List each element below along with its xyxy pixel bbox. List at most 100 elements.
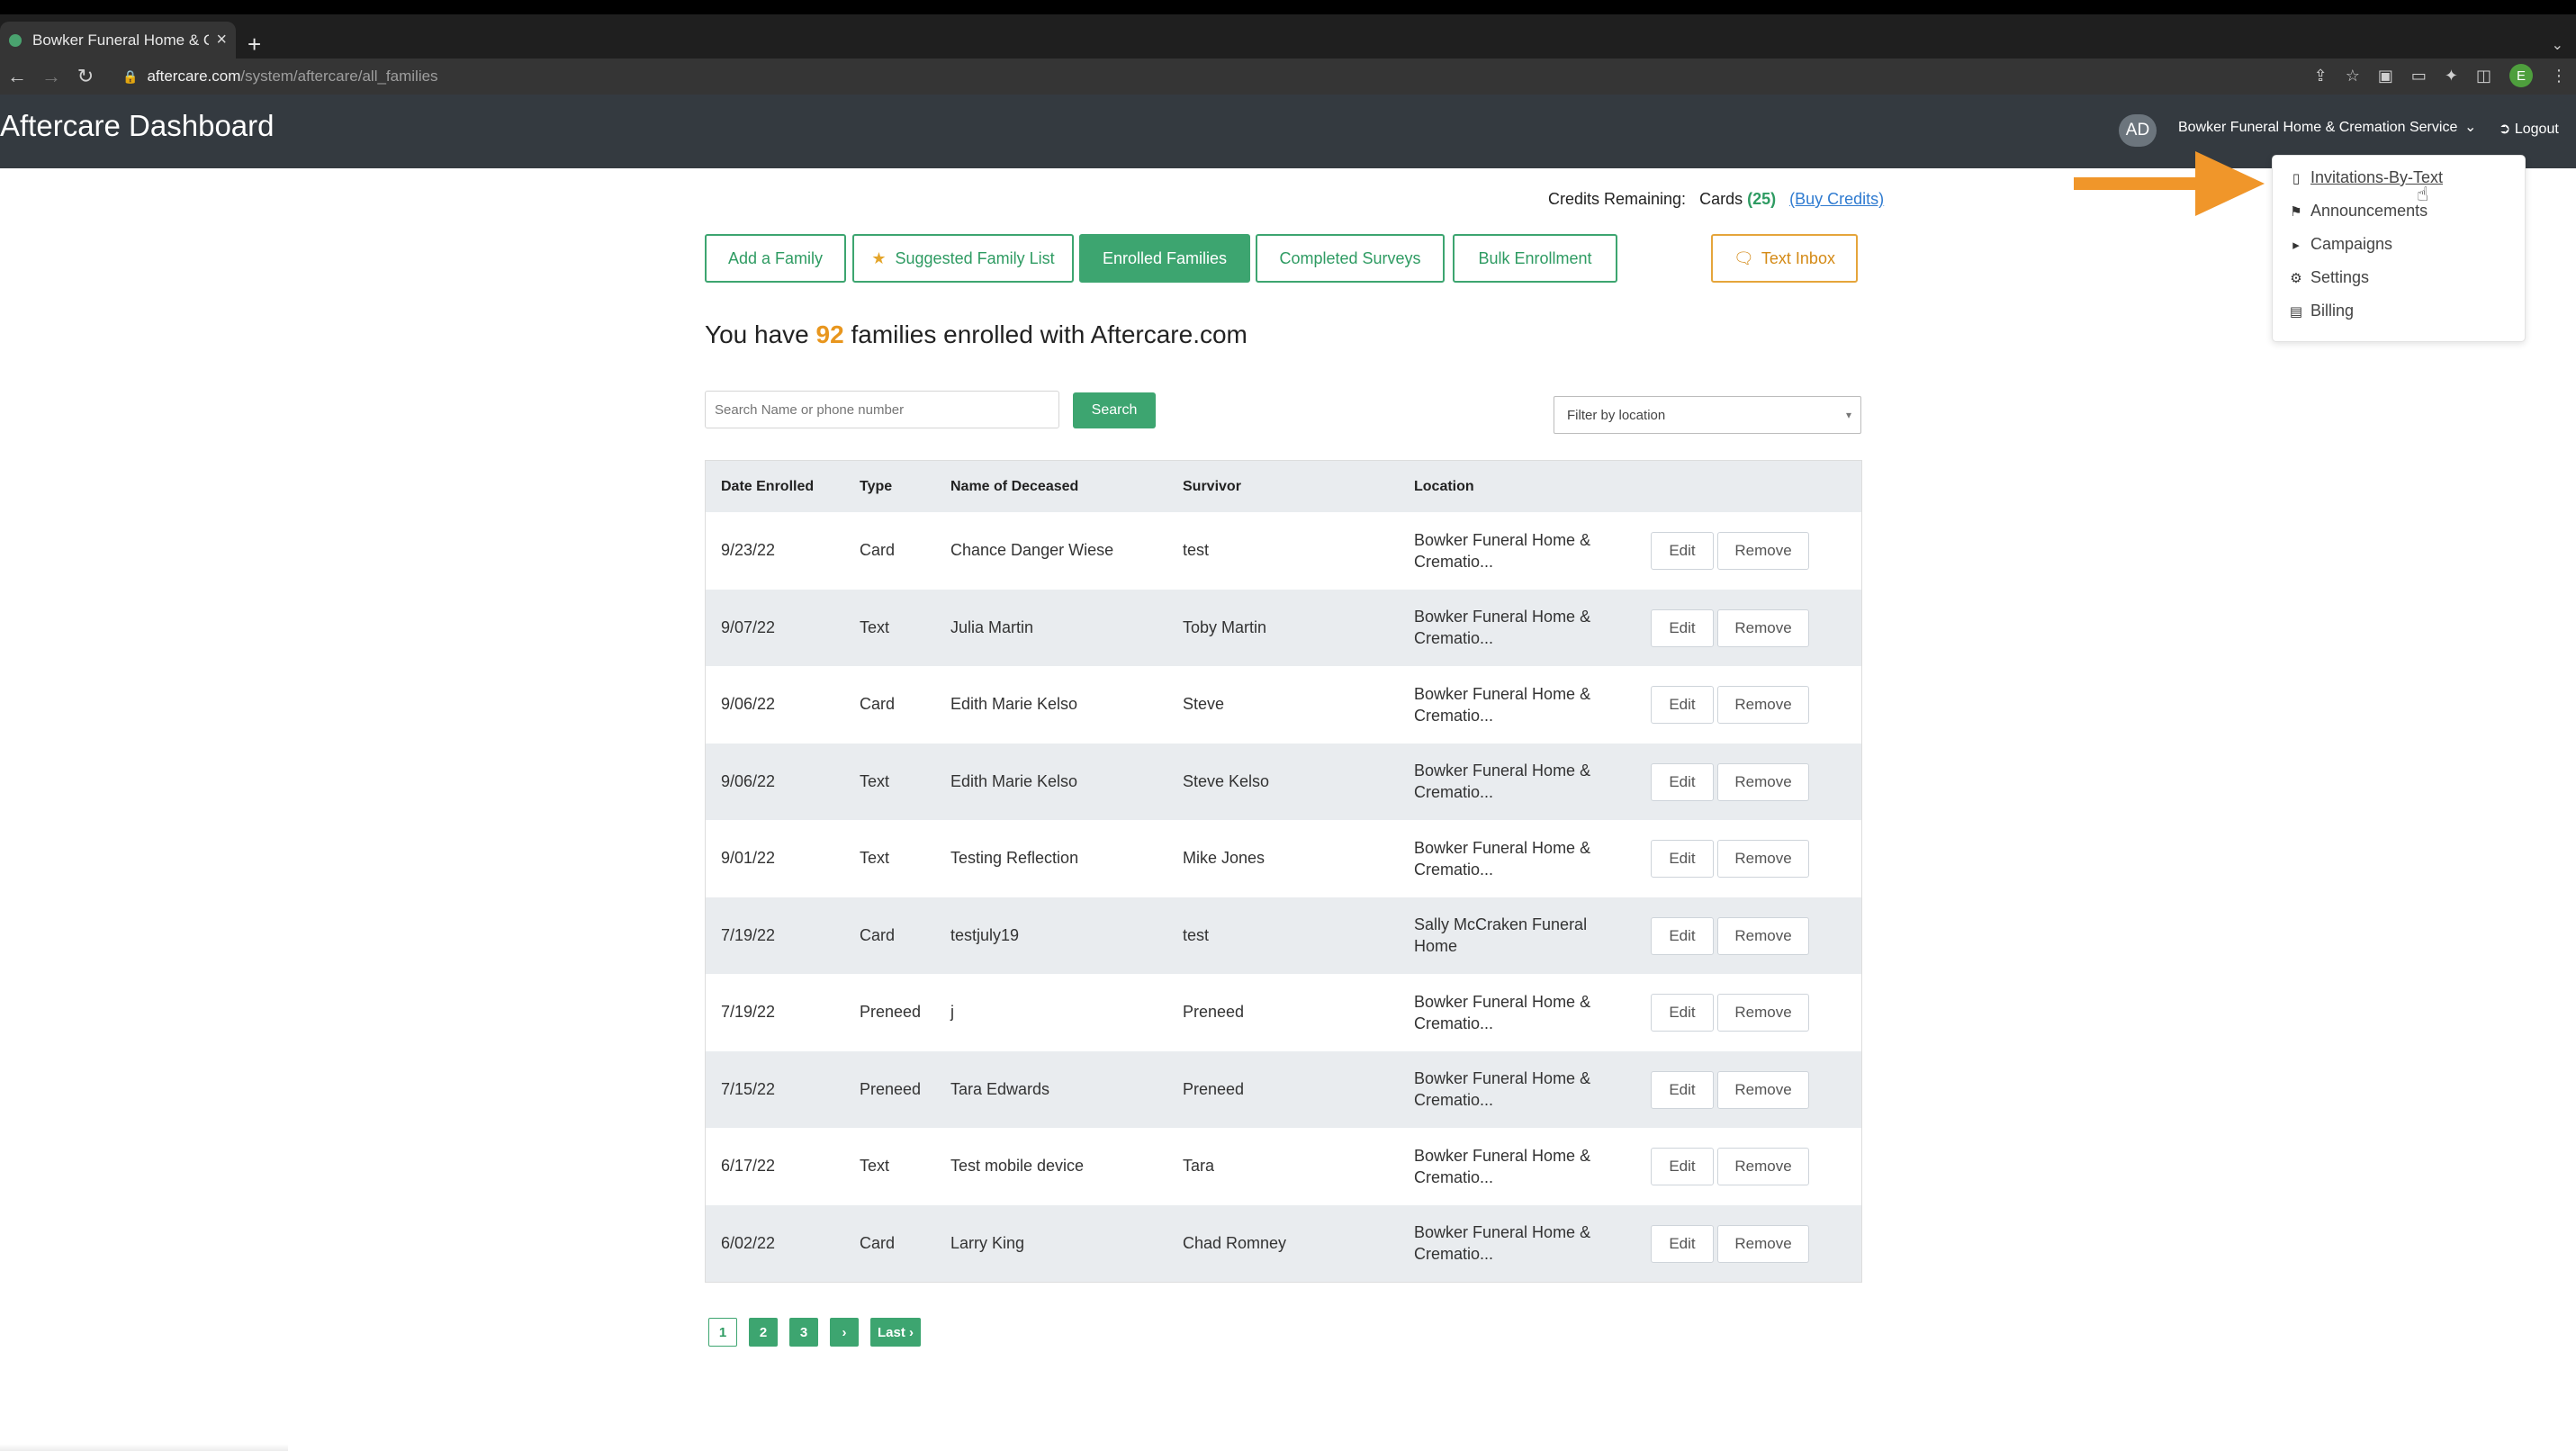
table-row: 7/15/22 Preneed Tara Edwards Preneed Bowker … (706, 1050, 1861, 1128)
edit-button[interactable]: Edit (1651, 532, 1714, 570)
next-page-button[interactable]: › (830, 1318, 859, 1347)
remove-button[interactable]: Remove (1717, 762, 1809, 801)
tab-bulk-enrollment[interactable]: Bulk Enrollment (1453, 234, 1617, 283)
menu-item-campaigns[interactable]: ▸ Campaigns (2289, 235, 2392, 254)
chevron-down-icon[interactable]: ⌄ (2464, 118, 2476, 136)
org-switcher-label[interactable]: Bowker Funeral Home & Cremation Service (2178, 120, 2457, 136)
tab-completed-surveys[interactable]: Completed Surveys (1256, 234, 1445, 283)
text-inbox-button[interactable]: 🗨 Text Inbox (1711, 234, 1858, 283)
col-date-enrolled: Date Enrolled (721, 478, 815, 494)
cell-survivor: Preneed (1183, 1003, 1245, 1022)
remove-button[interactable]: Remove (1717, 1070, 1809, 1109)
last-page-button[interactable]: Last › (870, 1318, 922, 1347)
location-line-2: Home (1414, 937, 1458, 956)
user-avatar[interactable]: AD (2119, 114, 2157, 147)
edit-button[interactable]: Edit (1651, 1224, 1714, 1263)
puzzle-icon[interactable]: ✦ (2445, 67, 2458, 86)
sidepanel-icon[interactable]: ◫ (2476, 67, 2491, 86)
browser-tab[interactable]: Bowker Funeral Home & Cremation Service … (0, 22, 236, 59)
search-button[interactable]: Search (1073, 392, 1156, 428)
tab-add-family[interactable]: Add a Family (705, 234, 846, 283)
table-row: 6/17/22 Text Test mobile device Tara Bowker … (706, 1128, 1861, 1205)
extension-chat-icon[interactable]: ▭ (2411, 67, 2427, 86)
col-survivor: Survivor (1183, 478, 1241, 494)
logout-link[interactable]: ➲ Logout (2499, 120, 2559, 138)
edit-button[interactable]: Edit (1651, 762, 1714, 801)
annotation-arrow-icon (2074, 151, 2265, 216)
url-field[interactable]: 🔒 aftercare.com /system/aftercare/all_fa… (122, 68, 438, 86)
extension-icon[interactable]: ▣ (2378, 67, 2393, 86)
remove-button[interactable]: Remove (1717, 994, 1809, 1032)
col-location: Location (1414, 478, 1474, 494)
url-path: /system/aftercare/all_families (240, 68, 438, 85)
page-1-button[interactable]: 1 (708, 1318, 737, 1347)
remove-button[interactable]: Remove (1717, 916, 1809, 955)
menu-item-billing[interactable]: ▤ Billing (2289, 302, 2354, 320)
reload-icon[interactable]: ↻ (68, 65, 103, 88)
logout-icon: ➲ (2499, 122, 2511, 137)
cell-name-of-deceased: Tara Edwards (950, 1079, 1050, 1098)
location-filter-select[interactable]: Filter by location ▾ (1554, 396, 1861, 434)
edit-button[interactable]: Edit (1651, 1070, 1714, 1109)
bookmark-star-icon[interactable]: ☆ (2346, 67, 2360, 86)
enrolled-families-table: Date Enrolled Type Name of Deceased Surv… (705, 460, 1862, 1283)
edit-button[interactable]: Edit (1651, 916, 1714, 955)
edit-button[interactable]: Edit (1651, 686, 1714, 724)
remove-button[interactable]: Remove (1717, 608, 1809, 647)
cell-date-enrolled: 9/23/22 (721, 541, 776, 560)
lock-icon: 🔒 (122, 68, 139, 84)
remove-button[interactable]: Remove (1717, 1148, 1809, 1185)
remove-button[interactable]: Remove (1717, 1224, 1809, 1263)
table-row: 6/02/22 Card Larry King Chad Romney Bowker F… (706, 1204, 1861, 1283)
location-line-1: Bowker Funeral Home & (1414, 762, 1591, 780)
location-line-2: Crematio... (1414, 783, 1494, 802)
menu-item-label: Settings (2310, 268, 2370, 286)
menu-item-announcements[interactable]: ⚑ Announcements (2289, 202, 2427, 221)
tab-suggested-family-list[interactable]: ★ Suggested Family List (852, 234, 1074, 283)
url-host: aftercare.com (147, 68, 241, 85)
remove-button[interactable]: Remove (1717, 532, 1809, 570)
summary-prefix: You have (705, 320, 809, 348)
location-line-1: Bowker Funeral Home & (1414, 1069, 1591, 1088)
cell-location: Bowker Funeral Home & Crematio... (1414, 1205, 1608, 1283)
page-3-button[interactable]: 3 (789, 1318, 818, 1347)
kebab-menu-icon[interactable]: ⋮ (2551, 67, 2567, 86)
cell-name-of-deceased: testjuly19 (950, 925, 1020, 944)
cell-name-of-deceased: Edith Marie Kelso (950, 695, 1078, 714)
remove-button[interactable]: Remove (1717, 840, 1809, 878)
page-2-button[interactable]: 2 (749, 1318, 778, 1347)
tab-search-chevron-icon[interactable]: ⌄ (2552, 36, 2563, 54)
back-icon[interactable]: ← (0, 65, 34, 88)
mobile-icon: ▯ (2292, 170, 2301, 186)
search-input[interactable] (705, 391, 1059, 428)
share-icon[interactable]: ⇪ (2314, 67, 2328, 86)
credit-card-icon: ▤ (2289, 303, 2303, 320)
cell-date-enrolled: 7/19/22 (721, 925, 776, 944)
filter-label: Filter by location (1567, 407, 1666, 423)
table-row: 9/06/22 Card Edith Marie Kelso Steve Bowker … (706, 666, 1861, 744)
cell-name-of-deceased: Julia Martin (950, 617, 1034, 636)
remove-button[interactable]: Remove (1717, 686, 1809, 724)
profile-avatar[interactable]: E (2509, 64, 2533, 87)
cell-date-enrolled: 6/02/22 (721, 1233, 776, 1252)
close-tab-icon[interactable]: × (216, 30, 227, 50)
col-type: Type (860, 478, 893, 494)
cell-survivor: Toby Martin (1183, 617, 1267, 636)
menu-item-label: Billing (2310, 302, 2355, 320)
forward-icon[interactable]: → (34, 65, 68, 88)
table-row: 7/19/22 Preneed j Preneed Bowker Funeral Hom… (706, 974, 1861, 1051)
edit-button[interactable]: Edit (1651, 1148, 1714, 1185)
gear-icon: ⚙ (2290, 270, 2302, 286)
new-tab-button[interactable]: + (248, 32, 261, 56)
buy-credits-link[interactable]: (Buy Credits) (1789, 190, 1884, 208)
browser-toolbar-icons: ⇪ ☆ ▣ ▭ ✦ ◫ E ⋮ (2314, 64, 2567, 87)
edit-button[interactable]: Edit (1651, 994, 1714, 1032)
edit-button[interactable]: Edit (1651, 840, 1714, 878)
menu-item-settings[interactable]: ⚙ Settings (2289, 268, 2369, 287)
tab-enrolled-label: Enrolled Families (1102, 248, 1228, 267)
cell-date-enrolled: 9/06/22 (721, 771, 776, 790)
cell-location: Bowker Funeral Home & Crematio... (1414, 666, 1608, 744)
cell-location: Bowker Funeral Home & Crematio... (1414, 744, 1608, 821)
edit-button[interactable]: Edit (1651, 608, 1714, 647)
tab-enrolled-families[interactable]: Enrolled Families (1079, 234, 1250, 283)
